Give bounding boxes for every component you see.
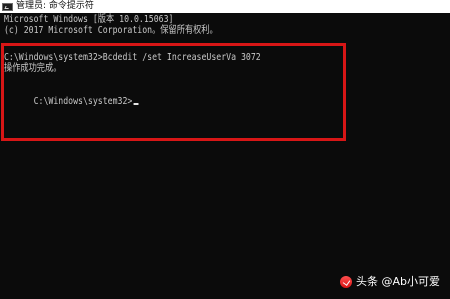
console-line-result: 操作成功完成。 [4, 63, 62, 74]
command-prompt-window: 管理员: 命令提示符 Microsoft Windows [版本 10.0.15… [0, 0, 450, 299]
text-cursor [133, 103, 139, 105]
console-line-prompt[interactable]: C:\Windows\system32> [4, 87, 139, 117]
console-line-version: Microsoft Windows [版本 10.0.15063] [4, 14, 174, 25]
console-line-command: C:\Windows\system32>Bcdedit /set Increas… [4, 52, 261, 63]
console-line-copyright: (c) 2017 Microsoft Corporation。保留所有权利。 [4, 25, 218, 36]
watermark-text: 头条 @Ab小可爱 [355, 275, 440, 288]
watermark: 头条 @Ab小可爱 [339, 275, 440, 288]
console-output-area[interactable]: Microsoft Windows [版本 10.0.15063] (c) 20… [0, 13, 450, 299]
console-prompt-text: C:\Windows\system32> [33, 96, 133, 107]
toutiao-icon [339, 276, 352, 288]
window-titlebar[interactable]: 管理员: 命令提示符 [0, 0, 450, 13]
window-title: 管理员: 命令提示符 [16, 1, 94, 11]
cmd-icon [2, 2, 13, 11]
